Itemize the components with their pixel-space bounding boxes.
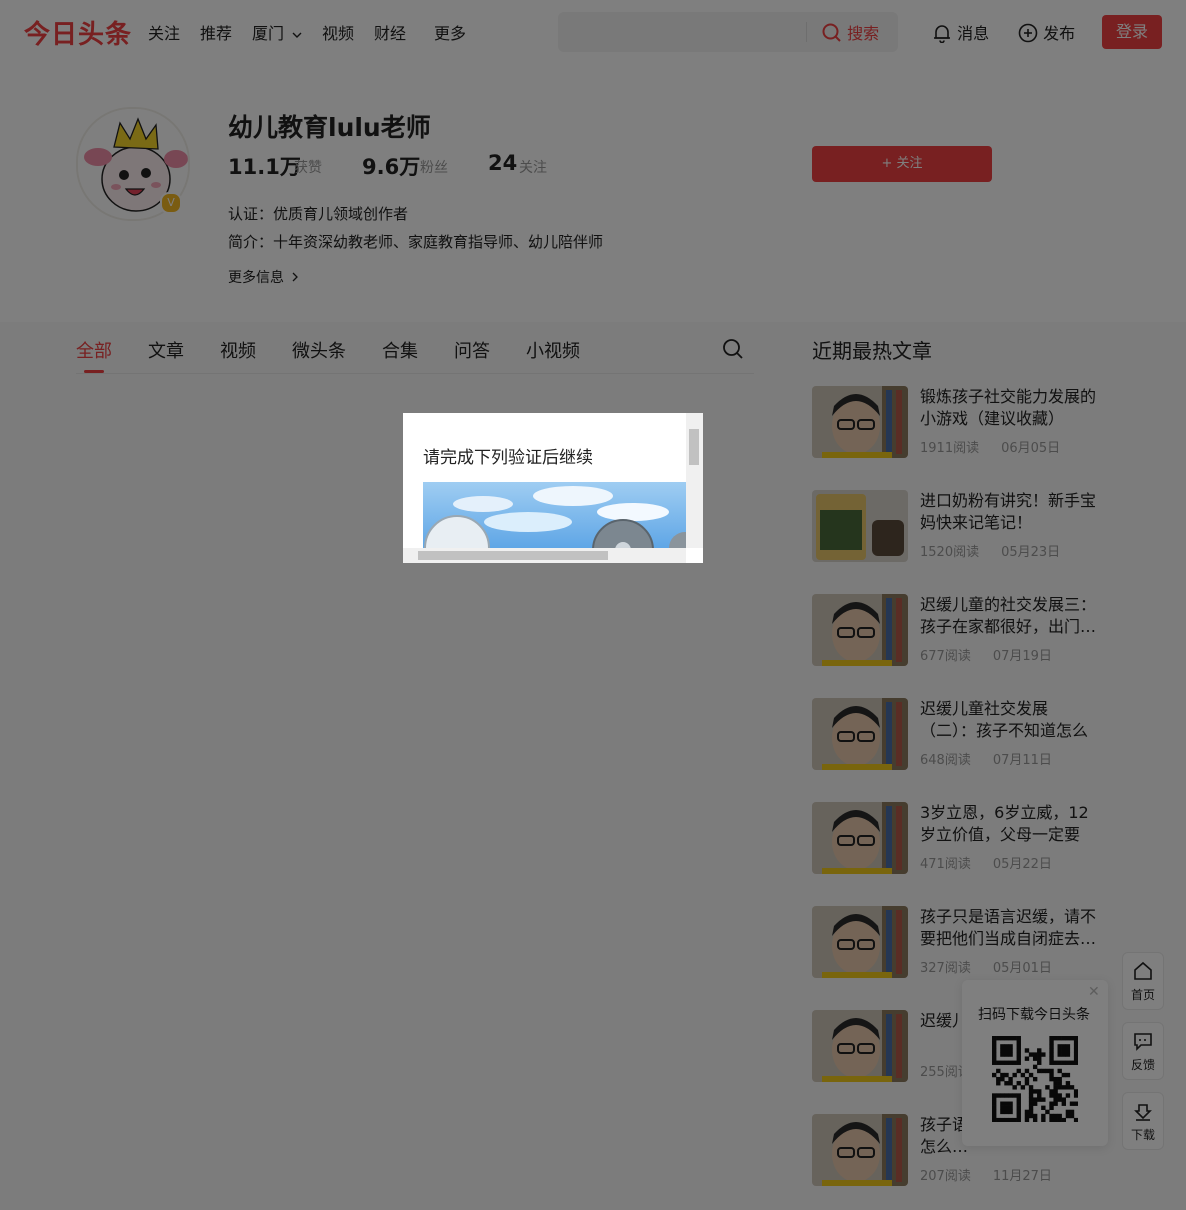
verification-modal: 请完成下列验证后继续 <box>403 413 703 563</box>
modal-overlay <box>0 0 1186 1210</box>
horizontal-scroll-thumb[interactable] <box>418 551 608 560</box>
vertical-scroll-thumb[interactable] <box>689 429 699 465</box>
captcha-sky-image <box>423 482 689 548</box>
verification-title: 请完成下列验证后继续 <box>423 448 593 468</box>
modal-horizontal-scrollbar[interactable] <box>403 548 686 563</box>
modal-vertical-scrollbar[interactable] <box>686 413 703 548</box>
captcha-image[interactable] <box>423 482 689 548</box>
